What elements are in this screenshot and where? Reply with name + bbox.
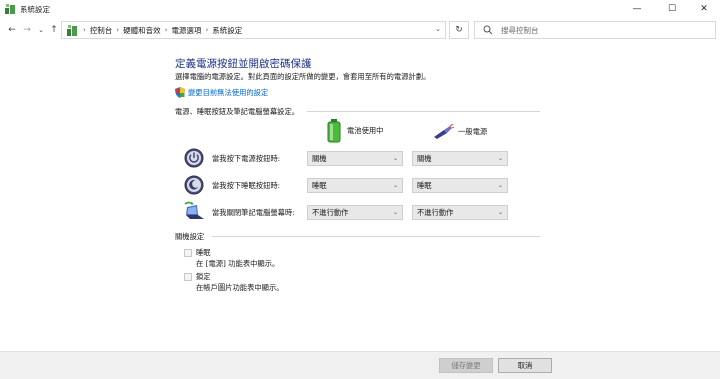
breadcrumb-separator: › [205, 26, 209, 34]
change-settings-link[interactable]: 變更目前無法使用的設定 [175, 87, 268, 98]
breadcrumb-control-panel[interactable]: 控制台 [90, 25, 113, 36]
main-content: 定義電源按鈕並開啟密碼保護 選擇電腦的電源設定。對此頁面的設定所做的變更，會套用… [0, 42, 720, 351]
sleep-checkbox[interactable] [184, 249, 192, 257]
power-section-title: 電源、睡眠按鈕及筆記電腦螢幕設定。 [175, 107, 300, 116]
chevron-down-icon: ⌄ [392, 209, 398, 216]
change-settings-link-label[interactable]: 變更目前無法使用的設定 [188, 88, 268, 98]
cancel-button[interactable]: 取消 [498, 358, 552, 373]
power-button-battery-select[interactable]: 關機 ⌄ [307, 151, 403, 166]
lid-close-plugged-select[interactable]: 不進行動作 ⌄ [412, 205, 508, 220]
uac-shield-icon [175, 87, 185, 98]
power-button-plugged-select[interactable]: 關機 ⌄ [412, 151, 508, 166]
breadcrumb-hardware-sound[interactable]: 硬體和音效 [123, 25, 161, 36]
breadcrumb-system-settings[interactable]: 系統設定 [212, 25, 242, 36]
breadcrumb-separator: › [116, 26, 120, 34]
lid-close-battery-select[interactable]: 不進行動作 ⌄ [307, 205, 403, 220]
sleep-button-battery-select[interactable]: 睡眠 ⌄ [307, 178, 403, 193]
power-plug-icon [434, 124, 454, 139]
page-title: 定義電源按鈕並開啟密碼保護 [175, 58, 312, 70]
power-button-label: 當我按下電源按鈕時: [212, 154, 281, 163]
shutdown-section-title: 關機設定 [175, 232, 205, 241]
page-description: 選擇電腦的電源設定。對此頁面的設定所做的變更，會套用至所有的電源計劃。 [175, 72, 431, 81]
battery-column-header: 電池使用中 [327, 119, 383, 143]
select-value: 不進行動作 [312, 207, 349, 217]
chevron-down-icon: ⌄ [497, 209, 503, 216]
chevron-down-icon: ⌄ [392, 182, 398, 189]
breadcrumb-separator: › [83, 26, 86, 34]
section-divider [307, 111, 540, 112]
sleep-option-label: 睡眠 [196, 248, 211, 257]
sleep-button-label: 當我按下睡眠按鈕時: [212, 181, 281, 190]
chevron-down-icon: ⌄ [497, 155, 503, 162]
maximize-button[interactable]: ☐ [655, 0, 689, 18]
title-bar: 系統設定 — ☐ ✕ [0, 0, 720, 18]
lock-checkbox[interactable] [184, 273, 192, 281]
battery-column-label: 電池使用中 [347, 126, 384, 135]
plugged-column-header: 一般電源 [432, 124, 487, 140]
breadcrumb-separator: › [164, 26, 168, 34]
close-button[interactable]: ✕ [687, 0, 720, 18]
lock-option: 鎖定 [184, 272, 211, 282]
lock-option-description: 在帳戶圖片功能表中顯示。 [196, 283, 284, 292]
sleep-button-plugged-select[interactable]: 睡眠 ⌄ [412, 178, 508, 193]
chevron-down-icon: ⌄ [497, 182, 503, 189]
plugged-column-label: 一般電源 [458, 127, 488, 136]
sleep-option-description: 在 [電源] 功能表中顯示。 [196, 259, 280, 268]
search-icon [483, 25, 493, 35]
window-title: 系統設定 [20, 5, 50, 14]
battery-icon [327, 119, 341, 143]
lid-close-label: 當我關閉筆記電腦螢幕時: [212, 208, 295, 217]
refresh-button[interactable]: ↻ [449, 21, 469, 39]
select-value: 關機 [312, 153, 327, 163]
control-panel-icon [5, 4, 15, 14]
back-button[interactable]: ← [6, 23, 18, 37]
save-changes-button[interactable]: 儲存變更 [439, 358, 493, 373]
footer-bar: 儲存變更 取消 [0, 351, 720, 379]
section-divider [212, 236, 540, 237]
select-value: 睡眠 [417, 180, 432, 190]
sleep-button-icon [184, 175, 204, 195]
minimize-button[interactable]: — [620, 0, 654, 18]
laptop-lid-icon [184, 201, 204, 219]
address-box[interactable]: › 控制台 › 硬體和音效 › 電源選項 › 系統設定 ⌄ [61, 21, 446, 39]
lock-option-label: 鎖定 [196, 272, 211, 281]
address-dropdown-button[interactable]: ⌄ [435, 25, 441, 33]
recent-locations-button[interactable]: ⌄ [35, 23, 47, 37]
control-panel-icon [67, 25, 77, 36]
search-input[interactable] [501, 25, 701, 35]
forward-button[interactable]: → [21, 23, 33, 37]
up-button[interactable]: ↑ [48, 23, 60, 37]
select-value: 關機 [417, 153, 432, 163]
search-box [474, 21, 716, 39]
breadcrumb-power-options[interactable]: 電源選項 [171, 25, 201, 36]
select-value: 不進行動作 [417, 207, 454, 217]
select-value: 睡眠 [312, 180, 327, 190]
power-button-icon [184, 148, 204, 168]
chevron-down-icon: ⌄ [392, 155, 398, 162]
address-bar-row: ← → ⌄ ↑ › 控制台 › 硬體和音效 › 電源選項 › 系統設定 ⌄ ↻ [0, 18, 720, 42]
sleep-option: 睡眠 [184, 248, 211, 258]
